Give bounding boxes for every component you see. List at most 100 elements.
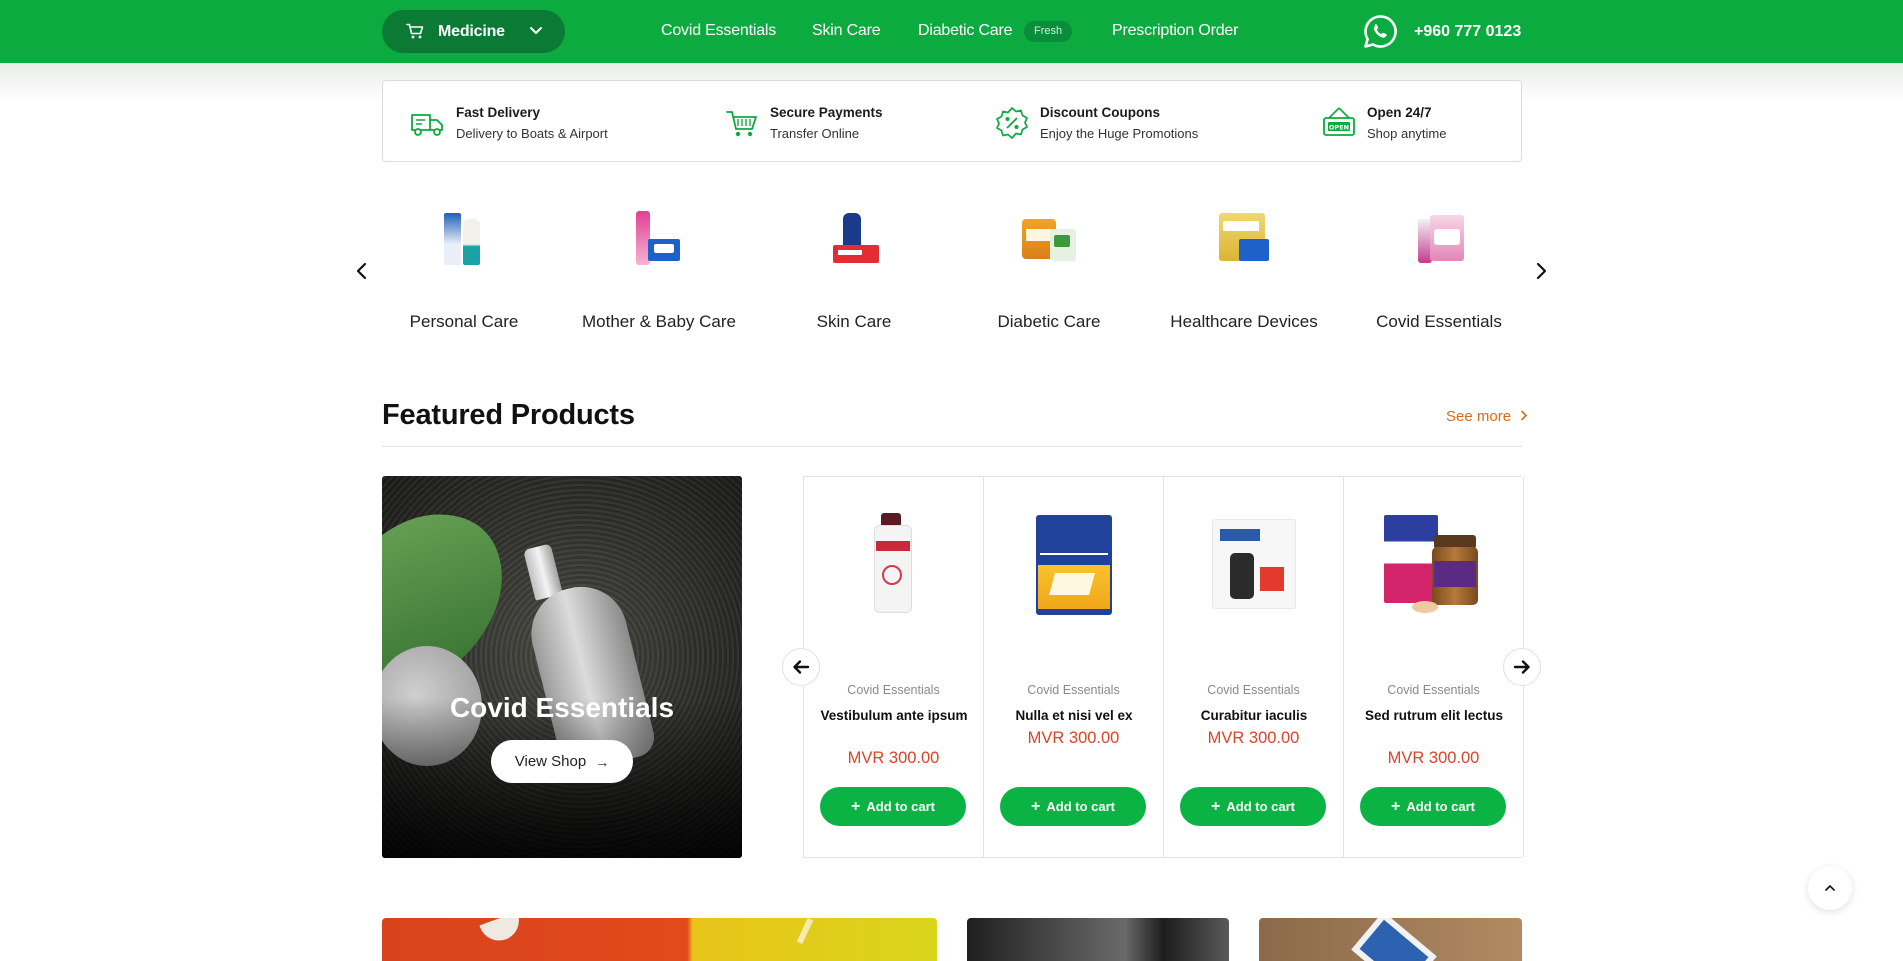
feature-title: Secure Payments <box>770 105 883 120</box>
plus-icon: + <box>1031 797 1041 815</box>
category-image <box>429 205 499 275</box>
product-card[interactable]: Covid Essentials Curabitur iaculis MVR 3… <box>1164 477 1344 857</box>
category-healthcare-devices[interactable]: Healthcare Devices <box>1154 205 1334 332</box>
svg-text:OPEN: OPEN <box>1329 124 1349 132</box>
nav-skin-care[interactable]: Skin Care <box>812 22 881 40</box>
product-name[interactable]: Nulla et nisi vel ex <box>994 706 1154 725</box>
category-skin-care[interactable]: Skin Care <box>764 205 944 332</box>
add-to-cart-label: Add to cart <box>1046 799 1115 814</box>
category-mother-baby-care[interactable]: Mother & Baby Care <box>569 205 749 332</box>
view-shop-label: View Shop <box>514 753 587 770</box>
bottom-promo-banner[interactable] <box>1259 918 1522 961</box>
chevron-down-icon <box>530 27 542 34</box>
scroll-to-top-button[interactable] <box>1808 866 1852 910</box>
category-dropdown-button[interactable]: Medicine <box>382 10 565 53</box>
carousel-next-button[interactable] <box>1503 648 1541 686</box>
category-covid-essentials[interactable]: Covid Essentials <box>1349 205 1529 332</box>
feature-discount-coupons: Discount Coupons Enjoy the Huge Promotio… <box>994 105 1198 141</box>
product-image <box>1384 513 1484 623</box>
plus-icon: + <box>851 797 861 815</box>
feature-subtitle: Enjoy the Huge Promotions <box>1040 126 1199 141</box>
shopping-cart-icon <box>726 111 757 137</box>
delivery-truck-icon <box>411 114 443 136</box>
promo-banner[interactable]: Covid Essentials View Shop → <box>382 476 742 858</box>
arrow-right-icon <box>1513 660 1530 674</box>
section-divider <box>382 446 1522 447</box>
add-to-cart-label: Add to cart <box>866 799 935 814</box>
add-to-cart-label: Add to cart <box>1226 799 1295 814</box>
product-name[interactable]: Sed rutrum elit lectus <box>1354 706 1514 725</box>
discount-badge-icon <box>996 107 1028 139</box>
product-name[interactable]: Vestibulum ante ipsum <box>814 706 974 725</box>
product-price: MVR 300.00 <box>1387 749 1480 767</box>
phone-number: +960 777 0123 <box>1414 22 1522 40</box>
feature-subtitle: Transfer Online <box>770 126 860 141</box>
add-to-cart-button[interactable]: + Add to cart <box>820 787 966 826</box>
view-shop-button[interactable]: View Shop → <box>491 740 633 783</box>
chevron-right-icon[interactable] <box>1529 259 1553 283</box>
add-to-cart-button[interactable]: + Add to cart <box>1000 787 1146 826</box>
product-price: MVR 300.00 <box>1027 729 1120 747</box>
feature-open-24-7: OPEN Open 24/7 Shop anytime <box>1321 105 1447 141</box>
product-card[interactable]: Covid Essentials Nulla et nisi vel ex MV… <box>984 477 1164 857</box>
plus-icon: + <box>1211 797 1221 815</box>
feature-title: Discount Coupons <box>1040 105 1160 120</box>
add-to-cart-button[interactable]: + Add to cart <box>1180 787 1326 826</box>
nav-diabetic-care[interactable]: Diabetic Care <box>918 22 1013 40</box>
product-card[interactable]: Covid Essentials Vestibulum ante ipsum M… <box>804 477 984 857</box>
nav-prescription-order[interactable]: Prescription Order <box>1112 22 1238 40</box>
category-name: Diabetic Care <box>997 312 1101 331</box>
features-strip: Fast Delivery Delivery to Boats & Airpor… <box>382 80 1522 162</box>
see-more-label: See more <box>1446 408 1512 425</box>
cart-icon <box>406 23 424 39</box>
carousel-prev-button[interactable] <box>782 648 820 686</box>
nav-covid-essentials[interactable]: Covid Essentials <box>661 22 776 40</box>
category-name: Skin Care <box>816 312 892 331</box>
category-name: Mother & Baby Care <box>581 312 736 331</box>
category-dropdown-label: Medicine <box>438 22 505 40</box>
category-diabetic-care[interactable]: Diabetic Care <box>959 205 1139 332</box>
arrow-left-icon <box>793 660 810 674</box>
fresh-badge: Fresh <box>1024 21 1073 42</box>
product-category: Covid Essentials <box>847 683 940 697</box>
section-title: Featured Products <box>382 399 635 431</box>
category-personal-care[interactable]: Personal Care <box>374 205 554 332</box>
product-image <box>1024 513 1124 623</box>
product-card[interactable]: Covid Essentials Sed rutrum elit lectus … <box>1344 477 1524 857</box>
category-name: Personal Care <box>409 312 519 331</box>
category-image <box>1209 205 1279 275</box>
bottom-promo-banner[interactable] <box>967 918 1229 961</box>
whatsapp-contact[interactable]: +960 777 0123 <box>1362 13 1521 50</box>
feature-secure-payments: Secure Payments Transfer Online <box>724 105 883 141</box>
chevron-up-icon <box>1825 885 1835 891</box>
plus-icon: + <box>1391 797 1401 815</box>
feature-title: Fast Delivery <box>456 105 541 120</box>
category-image <box>819 205 889 275</box>
product-category: Covid Essentials <box>1027 683 1120 697</box>
feature-subtitle: Delivery to Boats & Airport <box>456 126 608 141</box>
category-name: Covid Essentials <box>1376 312 1502 331</box>
category-image <box>1404 205 1474 275</box>
open-sign-icon: OPEN <box>1323 107 1355 136</box>
feature-subtitle: Shop anytime <box>1367 126 1447 141</box>
product-carousel: Covid Essentials Vestibulum ante ipsum M… <box>803 476 1524 858</box>
product-category: Covid Essentials <box>1387 683 1480 697</box>
bottom-promo-banner[interactable] <box>382 918 937 961</box>
chevron-left-icon[interactable] <box>350 259 374 283</box>
arrow-right-icon: → <box>595 753 610 770</box>
product-name[interactable]: Curabitur iaculis <box>1174 706 1334 725</box>
product-image <box>1204 513 1304 623</box>
add-to-cart-button[interactable]: + Add to cart <box>1360 787 1506 826</box>
product-category: Covid Essentials <box>1207 683 1300 697</box>
see-more-link[interactable]: See more <box>1446 408 1529 425</box>
category-name: Healthcare Devices <box>1170 312 1318 331</box>
category-image <box>624 205 694 275</box>
feature-title: Open 24/7 <box>1367 105 1432 120</box>
product-price: MVR 300.00 <box>1207 729 1300 747</box>
product-price: MVR 300.00 <box>847 749 940 767</box>
banner-title: Covid Essentials <box>449 692 675 723</box>
add-to-cart-label: Add to cart <box>1406 799 1475 814</box>
whatsapp-icon <box>1364 15 1397 48</box>
category-image <box>1014 205 1084 275</box>
feature-fast-delivery: Fast Delivery Delivery to Boats & Airpor… <box>410 105 608 141</box>
